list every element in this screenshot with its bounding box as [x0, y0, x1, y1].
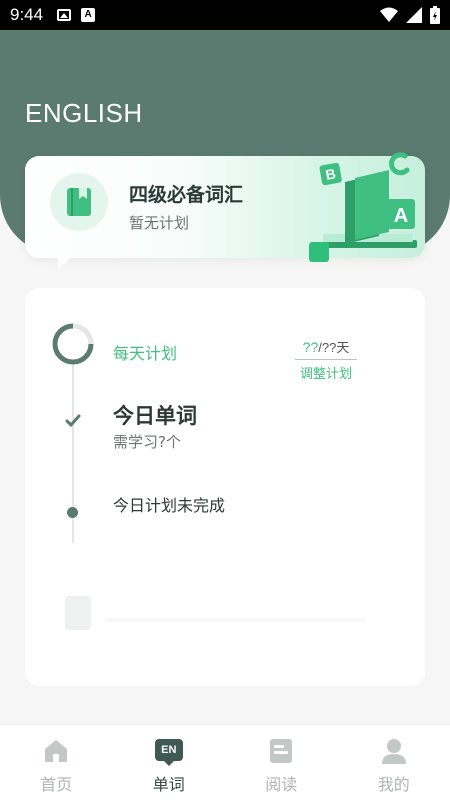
adjust-plan-button[interactable]: 调整计划	[295, 363, 357, 382]
book-plan-status: 暂无计划	[129, 214, 190, 232]
plan-days-value: ??/??天	[295, 337, 357, 360]
timeline-dot	[67, 507, 78, 518]
plan-incomplete-text: 今日计划未完成	[113, 496, 226, 515]
plan-days-main: ??	[302, 339, 319, 355]
decorative-background-icon	[65, 596, 365, 630]
document-icon	[270, 739, 293, 763]
status-time: 9:44	[10, 5, 44, 24]
svg-text:A: A	[394, 205, 408, 227]
book-title: 四级必备词汇	[129, 184, 244, 206]
battery-icon	[430, 6, 440, 24]
book-icon-wrap	[50, 173, 108, 231]
tab-reading-label: 阅读	[265, 775, 298, 794]
book-icon	[67, 188, 91, 216]
adjust-plan-group[interactable]: ??/??天 调整计划	[295, 337, 357, 382]
tab-me[interactable]: 我的	[338, 725, 450, 800]
home-icon	[45, 740, 68, 762]
progress-ring-icon	[52, 323, 94, 365]
image-notification-icon	[57, 9, 72, 21]
today-words-count: 需学习?个	[113, 433, 181, 451]
book-illustration-icon: B A	[309, 152, 417, 262]
tab-reading[interactable]: 阅读	[225, 725, 338, 800]
bottom-tab-bar: 首页 EN 单词 阅读 我的	[0, 724, 450, 800]
tab-words[interactable]: EN 单词	[113, 725, 226, 800]
signal-icon	[406, 7, 422, 23]
tab-home-label: 首页	[40, 775, 73, 794]
tab-words-label: 单词	[152, 775, 185, 794]
wifi-icon	[380, 7, 398, 22]
vocab-book-card[interactable]: 四级必备词汇 暂无计划 B A	[25, 152, 425, 262]
user-icon	[381, 739, 406, 764]
en-badge-icon: EN	[154, 739, 183, 766]
daily-plan-label: 每天计划	[113, 344, 178, 363]
today-words-title: 今日单词	[113, 404, 197, 428]
a-notification-icon: A	[81, 8, 96, 22]
plan-days-rest: /??天	[318, 340, 350, 355]
tab-home[interactable]: 首页	[0, 725, 113, 800]
check-icon	[65, 414, 81, 428]
study-plan-card: 每天计划 ??/??天 调整计划 今日单词 需学习?个 今日计划未完成	[25, 288, 425, 686]
status-bar: 9:44 A	[0, 0, 450, 30]
page-title: ENGLISH	[25, 98, 143, 128]
tab-me-label: 我的	[377, 775, 410, 794]
